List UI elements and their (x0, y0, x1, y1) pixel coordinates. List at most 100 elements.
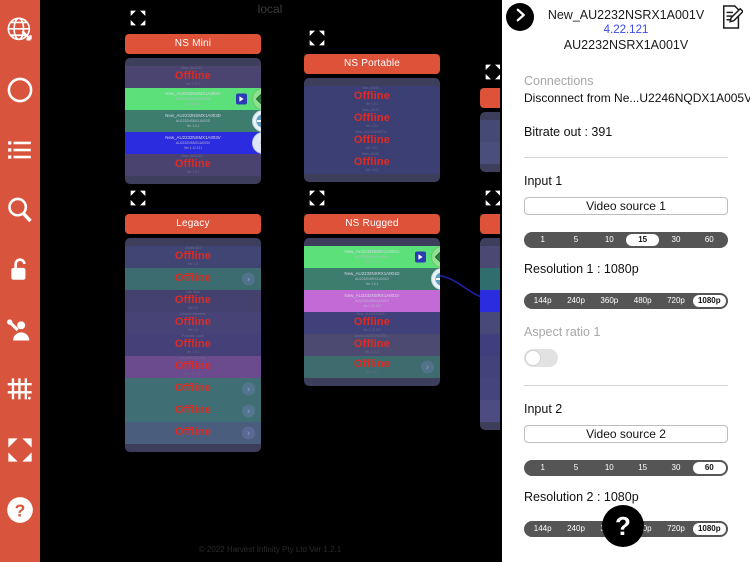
rail-item-expand[interactable] (0, 420, 40, 480)
row-chevron-icon[interactable]: › (242, 382, 255, 396)
panel-back-button[interactable] (506, 3, 534, 31)
minus-badge-icon[interactable] (252, 110, 261, 132)
expand-icon[interactable] (130, 190, 146, 206)
input1-fps-segmented[interactable]: 1 5 10 15 30 60 (524, 232, 728, 248)
seg-option-240p[interactable]: 240p (559, 523, 592, 535)
seg-option-60[interactable]: 60 (692, 462, 726, 474)
play-chip-icon[interactable] (236, 93, 247, 105)
rail-item-presenter[interactable] (0, 300, 40, 360)
node-row[interactable]: New_AU22... Offline Ver 1.5.1 (304, 86, 440, 108)
node-row[interactable] (480, 334, 500, 356)
node-row[interactable] (480, 142, 500, 164)
node-row[interactable] (480, 290, 500, 312)
rail-item-search[interactable] (0, 180, 40, 240)
node-row[interactable]: Lab Cam Offline Ver 1.5 (125, 290, 261, 312)
seg-option-144p[interactable]: 144p (526, 523, 559, 535)
expand-icon[interactable] (485, 190, 500, 206)
input2-source-select[interactable]: Video source 2 (524, 425, 728, 443)
seg-option-1[interactable]: 1 (526, 462, 559, 474)
minus-badge-icon[interactable] (431, 268, 440, 290)
group-header[interactable]: NS Portable (304, 54, 440, 74)
group-header[interactable]: NS Edge (480, 88, 500, 108)
node-row[interactable]: New_AU2232NSRX1A001A AU2232NSRX1A001A Ver … (304, 246, 440, 268)
node-row[interactable]: Offline › (125, 268, 261, 290)
rail-item-help[interactable]: ? (0, 480, 40, 540)
node-row[interactable]: Offline › (125, 422, 261, 444)
node-row[interactable] (480, 378, 500, 400)
node-row[interactable]: New_AU2232NSMX1A003A AU2232NSMX1A003A Ver … (125, 88, 261, 110)
node-row[interactable] (480, 356, 500, 378)
expand-icon[interactable] (130, 10, 146, 26)
diamond-badge-icon[interactable] (252, 88, 261, 110)
node-row[interactable]: Digital 401 Offline Ver 1.5 (125, 246, 261, 268)
seg-option-480p[interactable]: 480p (626, 295, 659, 307)
node-row[interactable]: New_AU2232... Offline Ver 4.21.0 (125, 66, 261, 88)
seg-option-15[interactable]: 15 (626, 462, 659, 474)
node-row[interactable] (480, 268, 500, 290)
panel-edit-button[interactable] (721, 4, 745, 35)
group-header[interactable]: NS Rugged (304, 214, 440, 234)
rail-item-list[interactable] (0, 120, 40, 180)
node-row[interactable]: Demo AU2232NSRX... Offline Ver 4.21.0 (304, 334, 440, 356)
input1-source-select[interactable]: Video source 1 (524, 197, 728, 215)
back-badge-icon[interactable] (252, 132, 261, 154)
node-row[interactable]: New_AU22... Offline Ver 1.5.1 (304, 152, 440, 174)
node-row[interactable]: New_AU2232NSMX1A003D AU2232NSMX1A003D Ver … (125, 110, 261, 132)
node-row[interactable]: New_AU2232NSPX... Offline Ver 1.5.1 (304, 130, 440, 152)
seg-option-5[interactable]: 5 (559, 234, 592, 246)
seg-option-15[interactable]: 15 (625, 234, 660, 246)
group-header[interactable]: Legacy (125, 214, 261, 234)
seg-option-30[interactable]: 30 (659, 234, 692, 246)
expand-icon[interactable] (309, 30, 325, 46)
input2-fps-segmented[interactable]: 1 5 10 15 30 60 (524, 460, 728, 476)
seg-option-5[interactable]: 5 (559, 462, 592, 474)
node-row[interactable] (480, 120, 500, 142)
node-row[interactable]: Lecture Wireless Offline Ver 1.5 (125, 312, 261, 334)
input1-resolution-segmented[interactable]: 144p 240p 360p 480p 720p 1080p (524, 293, 728, 309)
node-row[interactable] (480, 312, 500, 334)
seg-option-240p[interactable]: 240p (559, 295, 592, 307)
play-chip-icon[interactable] (415, 251, 426, 263)
connection-entry[interactable]: Disconnect from Ne...U2246NQDX1A005V (524, 91, 750, 105)
seg-option-720p[interactable]: 720p (659, 295, 692, 307)
seg-option-1[interactable]: 1 (526, 234, 559, 246)
group-header[interactable]: NS Mini (125, 34, 261, 54)
diamond-badge-icon[interactable] (431, 246, 440, 268)
seg-option-60[interactable]: 60 (693, 234, 726, 246)
node-row[interactable]: New_AU2232NSRX1A001D AU2232NSRX1A001D Ver … (304, 268, 440, 290)
rail-item-record[interactable] (0, 60, 40, 120)
row-chevron-icon[interactable]: › (421, 360, 434, 374)
seg-option-720p[interactable]: 720p (659, 523, 692, 535)
seg-option-1080p[interactable]: 1080p (692, 523, 726, 535)
seg-option-10[interactable]: 10 (593, 234, 626, 246)
panel-version[interactable]: 4.22.121 (502, 24, 750, 36)
seg-option-30[interactable]: 30 (659, 462, 692, 474)
help-fab-button[interactable]: ? (602, 505, 644, 547)
expand-icon[interactable] (485, 64, 500, 80)
node-row[interactable]: New_AU2232... Offline Ver 1.5.1 (125, 154, 261, 176)
rail-item-grid[interactable] (0, 360, 40, 420)
input1-aspect-toggle[interactable] (524, 349, 558, 367)
rail-item-globe[interactable] (0, 0, 40, 60)
seg-option-144p[interactable]: 144p (526, 295, 559, 307)
node-row[interactable]: New_AU2232NSR... Offline Ver 4.12.121 (304, 312, 440, 334)
seg-option-1080p[interactable]: 1080p (692, 295, 726, 307)
node-canvas[interactable]: local NS Mini New_AU2232... Offline Ver 4.2… (40, 0, 500, 562)
row-chevron-icon[interactable]: › (242, 404, 255, 418)
node-row[interactable]: Offline Ver 1.5.1 › (304, 356, 440, 378)
seg-option-360p[interactable]: 360p (593, 295, 626, 307)
node-row[interactable] (480, 246, 500, 268)
node-row[interactable]: Offline › (125, 378, 261, 400)
rail-item-unlock[interactable] (0, 240, 40, 300)
node-row[interactable]: New_AU2232NSRX1A001V AU2232NSRX1A001V Ver … (304, 290, 440, 312)
expand-icon[interactable] (309, 190, 325, 206)
row-chevron-icon[interactable]: › (242, 272, 255, 286)
node-row[interactable]: Offline › (125, 400, 261, 422)
node-row[interactable]: Portable Local Offline Ver 1.5.1 (125, 334, 261, 356)
node-row[interactable] (480, 400, 500, 422)
node-row[interactable]: New_AU22... Offline Ver 1.5.1 (304, 108, 440, 130)
row-chevron-icon[interactable]: › (242, 426, 255, 440)
seg-option-10[interactable]: 10 (593, 462, 626, 474)
group-header[interactable]: NS Pro (480, 214, 500, 234)
node-row[interactable]: New_AU2232NSMX1A003V AU2232NSMX1A003V Ver … (125, 132, 261, 154)
